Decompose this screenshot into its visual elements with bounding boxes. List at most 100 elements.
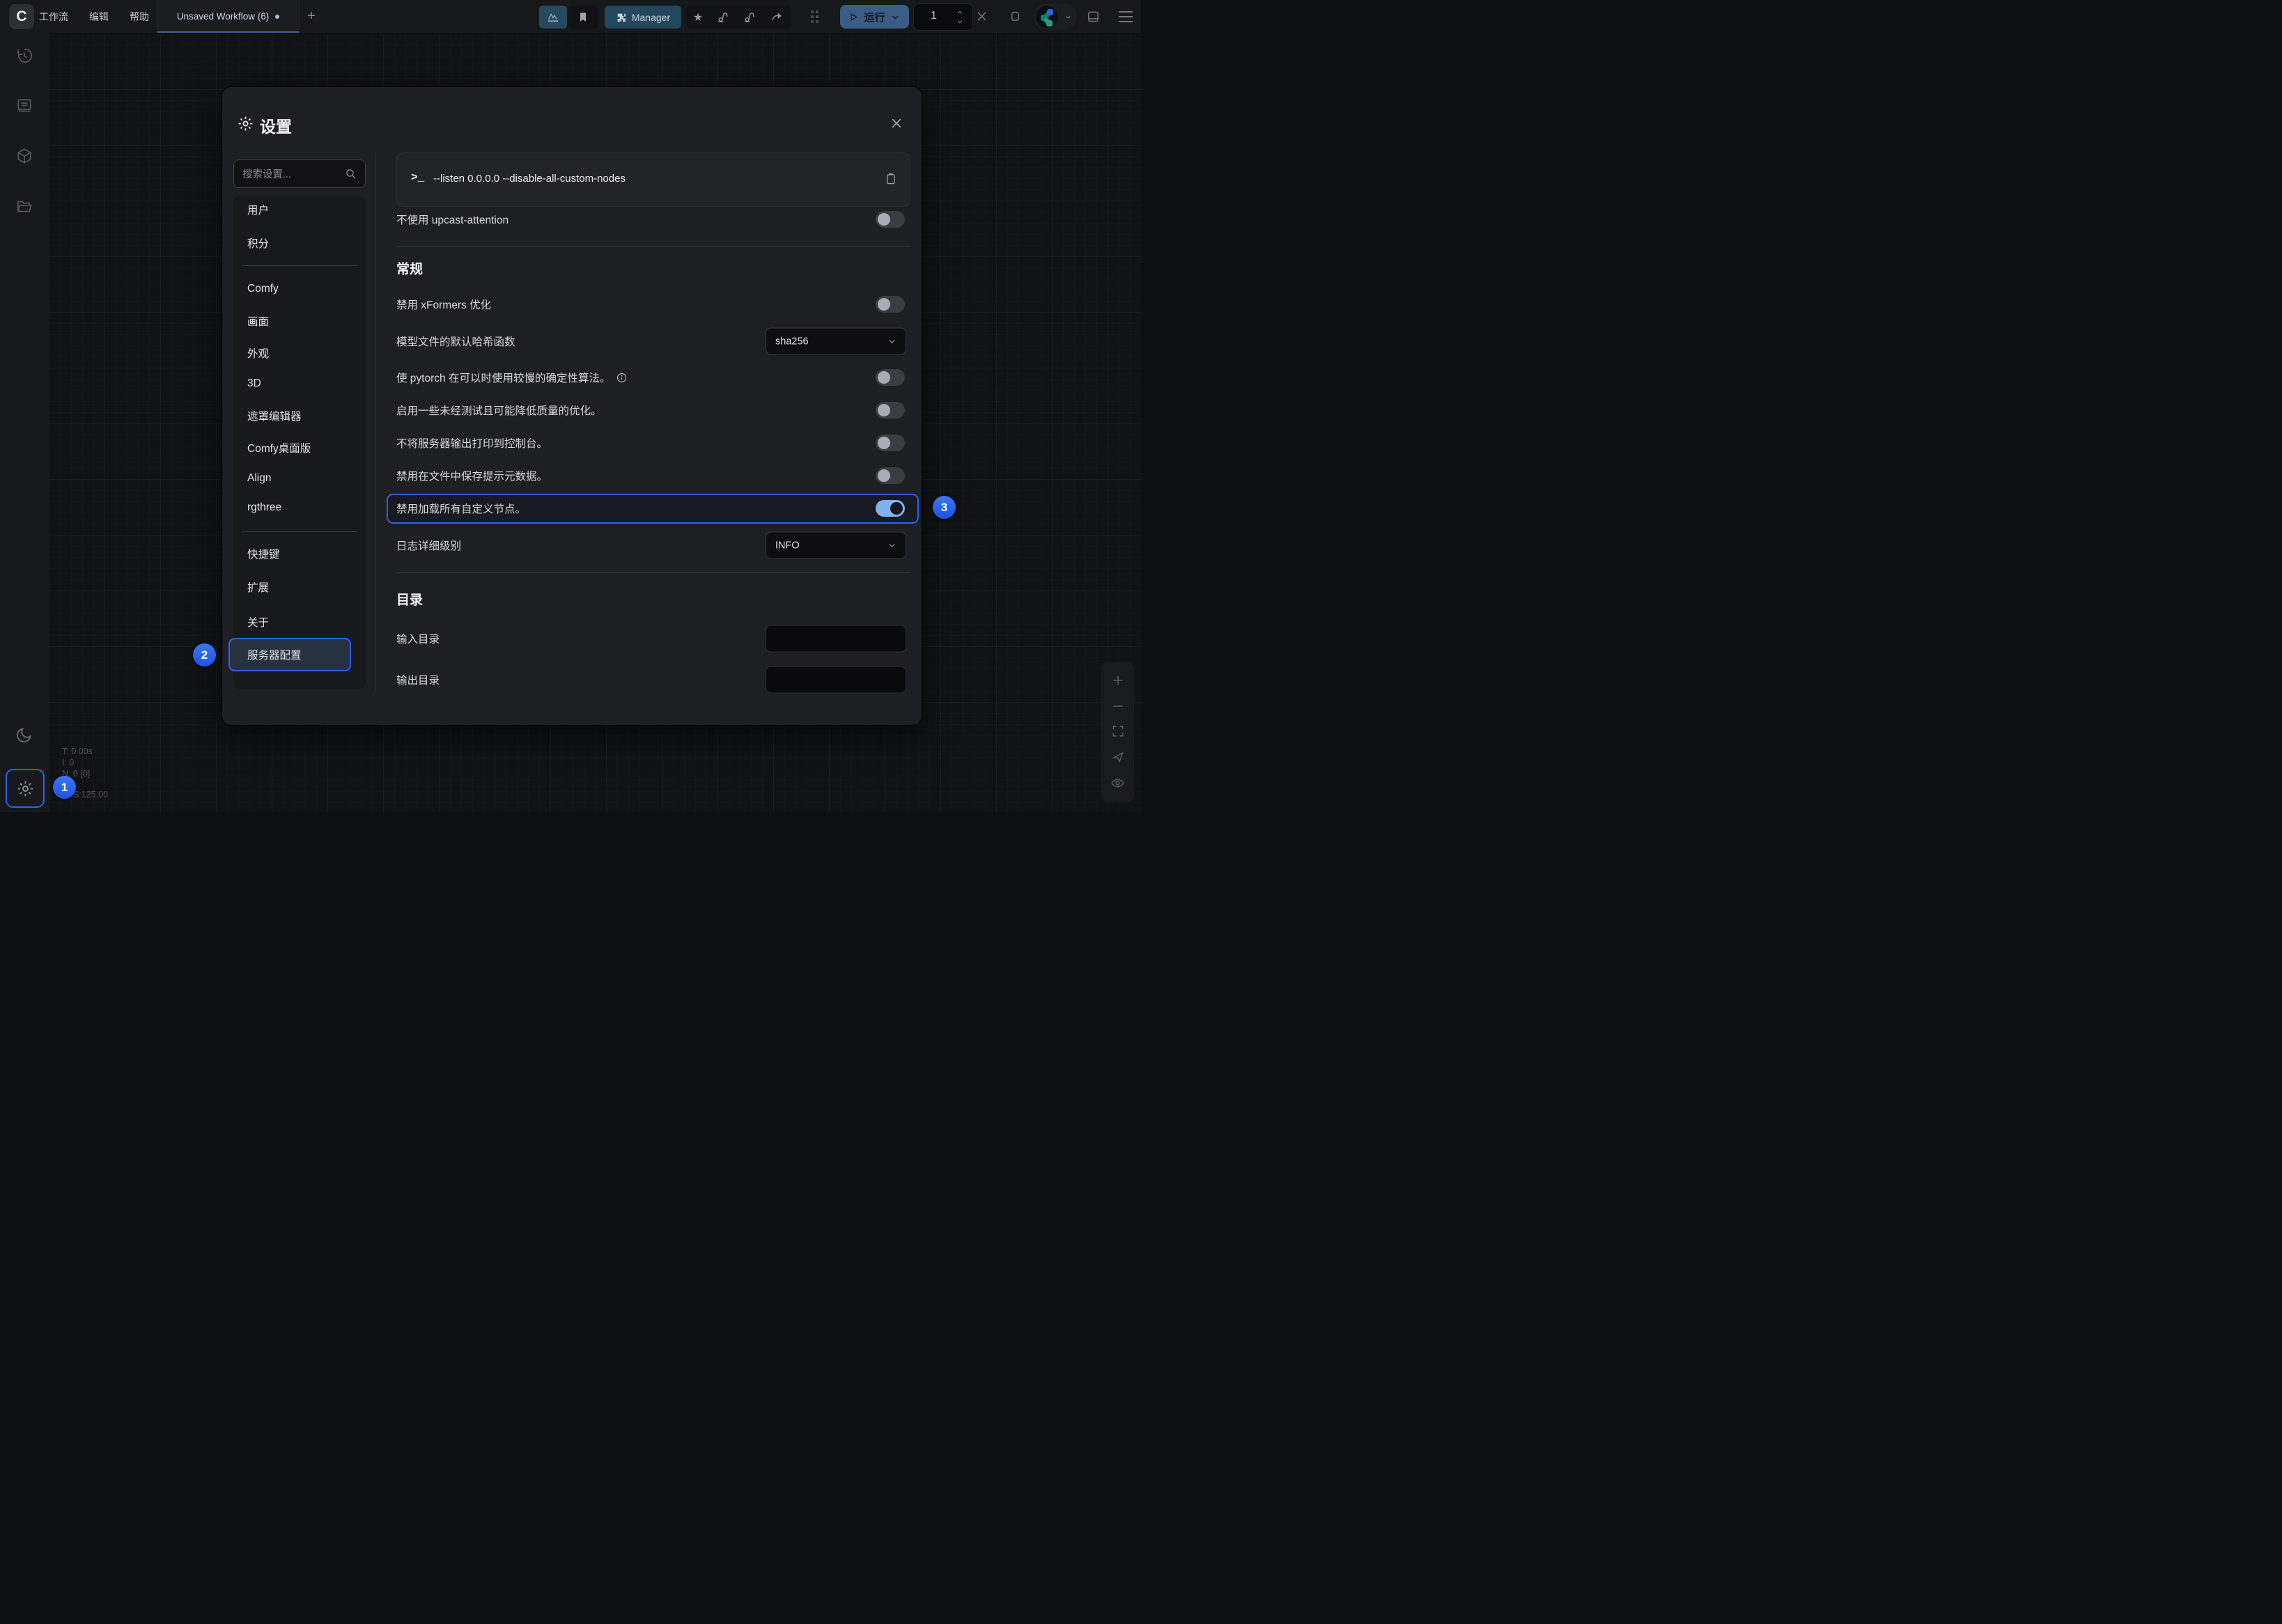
settings-category-2[interactable]: Comfy [247, 283, 279, 295]
batch-count-stepper[interactable]: 1 [913, 3, 973, 31]
toggle-knob [878, 371, 890, 384]
setting-row: 输入目录 [396, 623, 910, 655]
section-divider [396, 572, 910, 573]
menu-help[interactable]: 帮助 [130, 10, 149, 24]
toggle-switch-off[interactable] [876, 296, 905, 313]
stop-icon[interactable] [1009, 10, 1022, 23]
workflows-folder-icon[interactable] [15, 197, 33, 215]
canvas-zoom-toolbar [1101, 662, 1134, 802]
setting-label: 禁用在文件中保存提示元数据。 [396, 468, 548, 483]
toggle-link-visibility-icon[interactable] [1110, 776, 1125, 790]
setting-label: 常规 [396, 259, 423, 278]
toggle-switch-off[interactable] [876, 211, 905, 228]
template-mountain-icon [545, 10, 561, 25]
bookmark-button[interactable] [568, 6, 598, 29]
model-library-icon[interactable] [15, 147, 33, 165]
unsaved-dot-icon [275, 15, 279, 19]
side-toolbar [0, 33, 49, 812]
menu-divider [242, 265, 357, 266]
theme-moon-icon[interactable] [15, 726, 34, 744]
settings-category-9[interactable]: rgthree [247, 501, 281, 514]
toggle-switch-off[interactable] [876, 402, 905, 419]
launch-args-text: --listen 0.0.0.0 --disable-all-custom-no… [433, 173, 626, 185]
manager-quick-actions: ★ [686, 6, 791, 29]
account-menu[interactable] [1034, 3, 1077, 30]
batch-count-value: 1 [931, 10, 937, 22]
text-input[interactable] [766, 625, 906, 653]
setting-label: 启用一些未经测试且可能降低质量的优化。 [396, 403, 602, 418]
menu-divider [242, 531, 357, 532]
annotation-badge-1: 1 [53, 776, 76, 799]
settings-category-10[interactable]: 快捷键 [247, 546, 280, 561]
toggle-switch-on[interactable] [876, 500, 905, 517]
select-dropdown[interactable]: INFO [766, 532, 906, 559]
toggle-knob [878, 469, 890, 482]
toggle-switch-off[interactable] [876, 467, 905, 484]
settings-category-12[interactable]: 关于 [247, 614, 269, 630]
info-icon[interactable] [616, 372, 628, 384]
select-dropdown[interactable]: sha256 [766, 328, 906, 355]
toggle-switch-off[interactable] [876, 369, 905, 386]
settings-search-input[interactable]: 搜索设置... [233, 159, 366, 188]
hamburger-menu-icon[interactable] [1119, 11, 1133, 22]
menu-workflow[interactable]: 工作流 [39, 10, 68, 24]
settings-button[interactable] [6, 769, 45, 808]
section-heading: 目录 [396, 583, 910, 615]
run-button[interactable]: 运行 [840, 5, 909, 29]
setting-row: 不使用 upcast-attention [396, 203, 910, 235]
menu-edit[interactable]: 编辑 [89, 10, 109, 24]
setting-row: 日志详细级别 INFO [396, 529, 910, 561]
copy-icon[interactable] [884, 171, 897, 186]
cancel-run-icon[interactable] [975, 10, 988, 23]
star-icon[interactable]: ★ [693, 10, 703, 24]
setting-row: 不将服务器输出打印到控制台。 [396, 427, 910, 459]
settings-category-selected[interactable]: 服务器配置 [247, 647, 302, 662]
fit-view-icon[interactable] [1111, 724, 1125, 738]
settings-category-4[interactable]: 外观 [247, 345, 269, 361]
text-input[interactable] [766, 666, 906, 694]
workflow-tab[interactable]: Unsaved Workflow (6) [157, 0, 300, 33]
top-bar: C 工作流 编辑 帮助 Unsaved Workflow (6) + Manag… [0, 0, 1141, 34]
chevron-down-icon [887, 541, 896, 550]
settings-category-8[interactable]: Align [247, 472, 271, 485]
settings-dialog: 设置 搜索设置... 用户积分 Comfy 画面外观 3D 遮罩编辑器 Comfy桌面版 A… [222, 86, 922, 726]
dialog-title: 设置 [260, 114, 292, 137]
stepper-down-icon[interactable] [956, 18, 964, 25]
node-library-icon[interactable] [15, 97, 33, 115]
toggle-switch-off[interactable] [876, 435, 905, 451]
settings-category-7[interactable]: Comfy桌面版 [247, 440, 311, 455]
manager-button-label: Manager [632, 12, 670, 23]
menu-bar: 工作流 编辑 帮助 [39, 0, 149, 33]
setting-row: 启用一些未经测试且可能降低质量的优化。 [396, 394, 910, 426]
setting-label: 不将服务器输出打印到控制台。 [396, 435, 548, 451]
drag-handle-icon[interactable] [811, 10, 821, 23]
manager-button[interactable]: Manager [605, 6, 681, 29]
setting-label: 不使用 upcast-attention [396, 212, 509, 227]
select-cursor-icon[interactable] [1111, 750, 1125, 764]
terminal-prompt-icon: >_ [411, 171, 424, 184]
share-icon[interactable] [770, 10, 784, 24]
setting-label: 日志详细级别 [396, 538, 461, 553]
settings-category-11[interactable]: 扩展 [247, 579, 269, 595]
stepper-up-icon[interactable] [956, 9, 964, 16]
bottom-panel-icon[interactable] [1086, 10, 1101, 24]
vacuum-icon[interactable] [717, 10, 730, 24]
zoom-in-icon[interactable] [1111, 673, 1125, 687]
history-icon[interactable] [15, 47, 33, 65]
zoom-out-icon[interactable] [1111, 699, 1125, 713]
setting-row: 输出目录 [396, 664, 910, 696]
account-chevron-icon [1064, 14, 1072, 20]
settings-category-1[interactable]: 积分 [247, 235, 269, 251]
settings-category-5[interactable]: 3D [247, 377, 261, 390]
vacuum2-icon[interactable] [743, 10, 756, 24]
app-window: T: 0.00s I: 0 N: 0 [0] FPS:125.00 C 工作流 … [0, 0, 1141, 812]
search-icon [345, 168, 357, 180]
templates-button[interactable] [539, 6, 567, 29]
settings-category-3[interactable]: 画面 [247, 313, 269, 329]
new-tab-button[interactable]: + [304, 9, 319, 24]
setting-row: 使 pytorch 在可以时使用较慢的确定性算法。 [396, 361, 910, 393]
setting-label: 输入目录 [396, 631, 440, 646]
settings-category-0[interactable]: 用户 [247, 202, 269, 217]
puzzle-icon [616, 12, 627, 23]
settings-category-6[interactable]: 遮罩编辑器 [247, 408, 302, 423]
